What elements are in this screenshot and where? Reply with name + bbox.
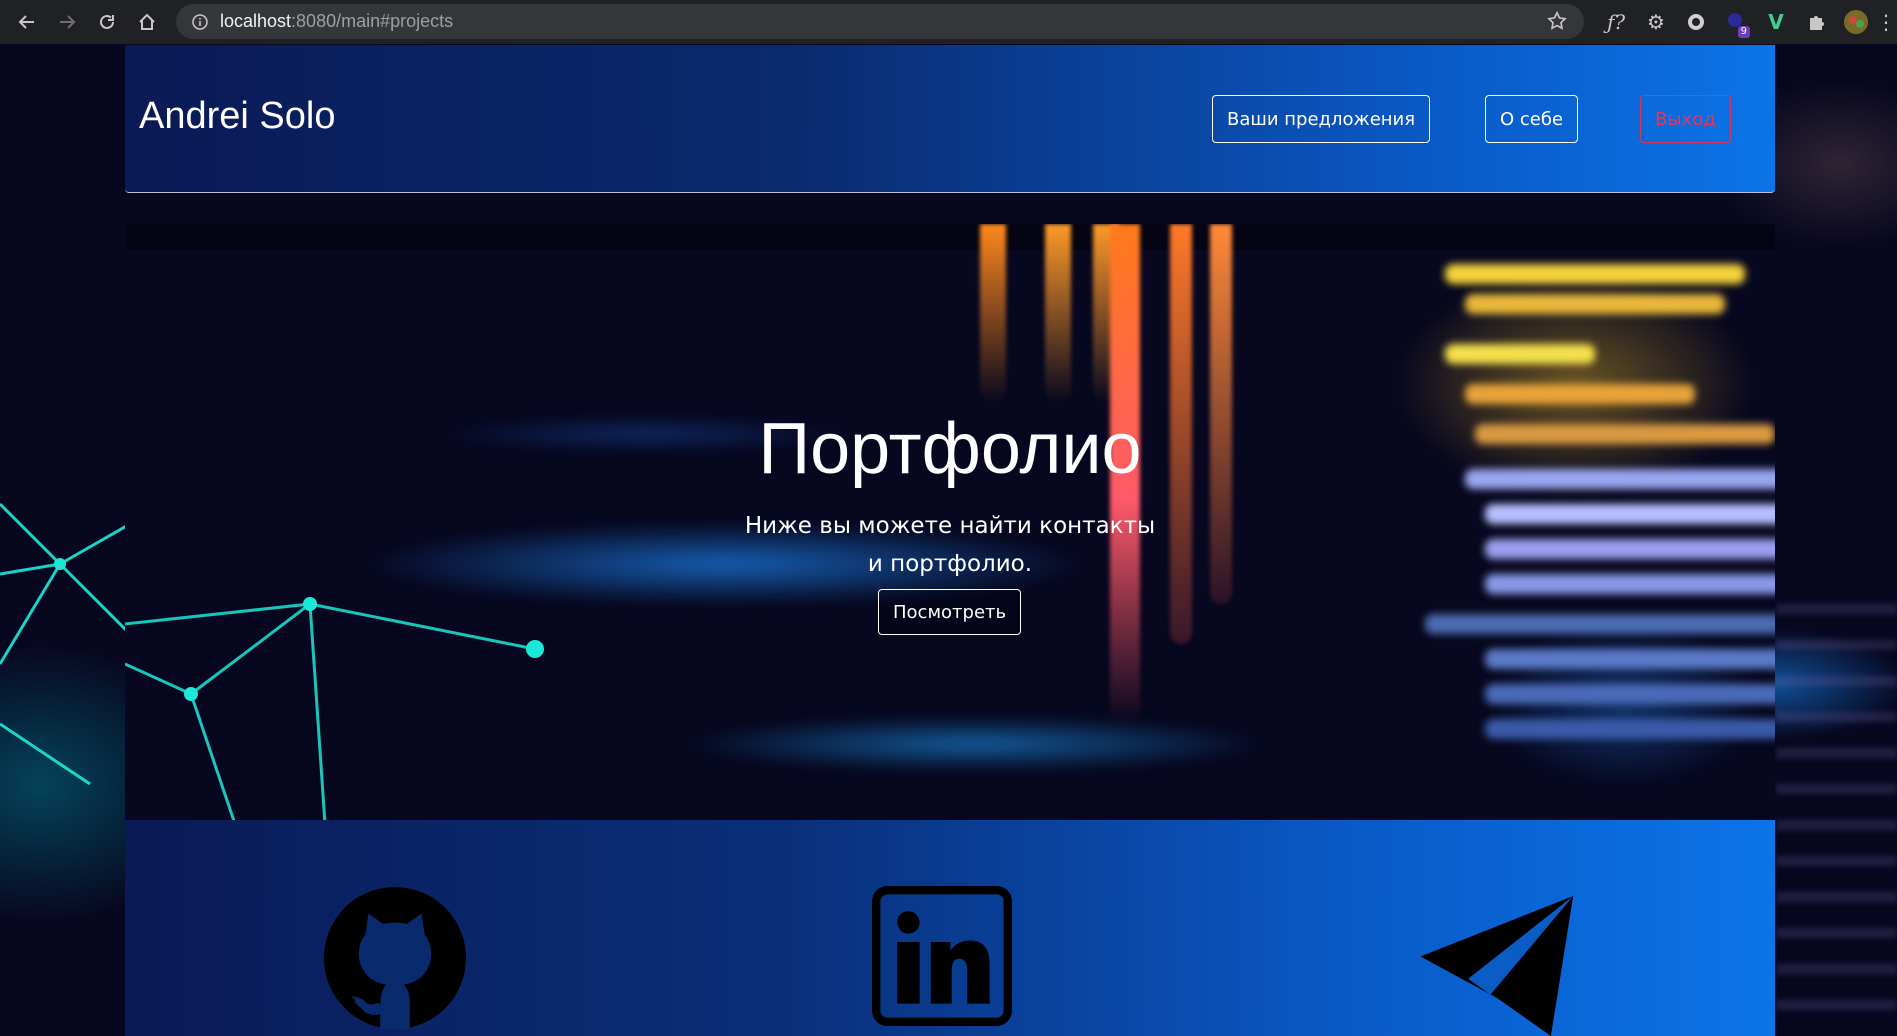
url-host: localhost [220,11,292,31]
site-header: Andrei Solo Ваши предложения О себе Выхо… [125,45,1775,193]
menu-dots-icon[interactable]: ⋮ [1876,0,1896,44]
home-icon [139,13,155,30]
bookmark-star-icon[interactable] [1546,10,1568,36]
network-decoration-icon [0,502,130,786]
circle-icon[interactable] [1676,0,1716,44]
github-icon[interactable] [321,884,469,1032]
network-decoration-icon [125,597,544,820]
reload-button[interactable] [88,3,126,41]
puzzle-icon[interactable] [1796,0,1836,44]
offers-button[interactable]: Ваши предложения [1212,95,1431,143]
reload-icon [100,14,114,29]
url-path: :8080/main#projects [291,11,454,31]
telegram-icon[interactable] [1420,896,1580,1036]
hero-section: Портфолио Ниже вы можете найти контакты … [125,224,1775,820]
back-button[interactable] [8,3,46,41]
view-button[interactable]: Посмотреть [878,589,1022,635]
extension-badge: 9 [1737,26,1750,38]
brand-title[interactable]: Andrei Solo [139,95,335,138]
contacts-section [125,820,1775,1036]
v-icon[interactable]: V [1756,0,1796,44]
linkedin-icon[interactable] [872,886,1012,1026]
logout-button[interactable]: Выход [1640,95,1731,143]
info-icon[interactable] [192,13,208,30]
back-arrow-icon [18,15,34,29]
address-bar[interactable]: localhost:8080/main#projects [176,4,1584,39]
notification-icon[interactable]: 9 [1716,0,1756,44]
browser-toolbar: localhost:8080/main#projects ƒ? ⚙ 9 V ⋮ [0,0,1897,44]
background-code-decoration [1776,604,1897,1024]
hero-subtitle: Ниже вы можете найти контакты и портфоли… [744,513,1156,577]
forward-arrow-icon [60,15,76,29]
about-button[interactable]: О себе [1485,95,1579,143]
background-code-decoration [1325,244,1775,804]
home-button[interactable] [128,3,166,41]
avatar[interactable] [1836,0,1876,44]
page-background: Andrei Solo Ваши предложения О себе Выхо… [0,44,1897,1036]
formula-icon[interactable]: ƒ? [1596,0,1636,44]
forward-button[interactable] [48,3,86,41]
gear-icon[interactable]: ⚙ [1636,0,1676,44]
hero-title: Портфолио [758,409,1142,489]
extensions-area: ƒ? ⚙ 9 V ⋮ [1596,0,1896,44]
